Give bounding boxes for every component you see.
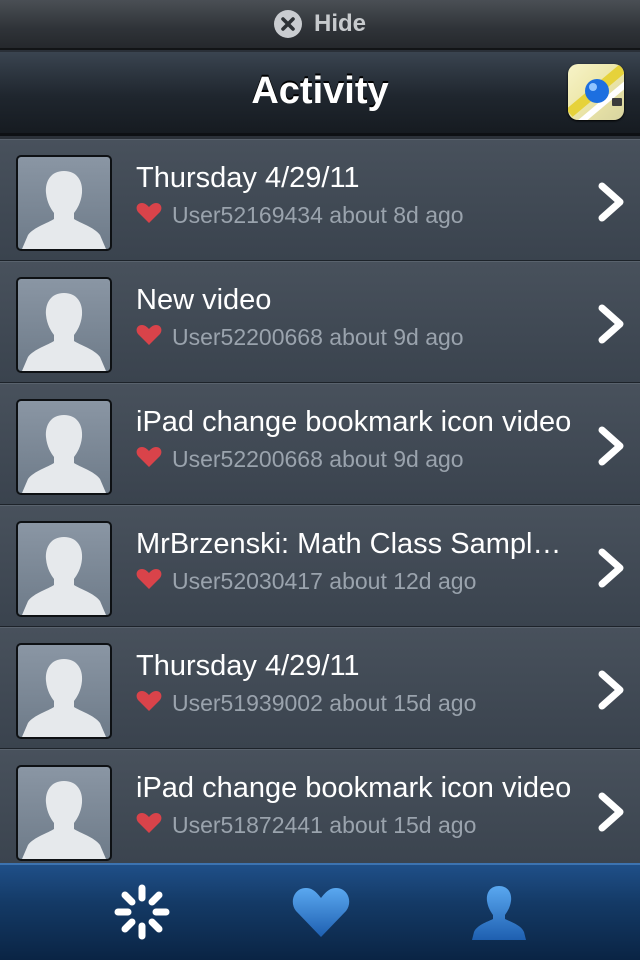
avatar bbox=[16, 521, 112, 617]
heart-icon bbox=[136, 446, 162, 473]
tab-bar bbox=[0, 863, 640, 960]
avatar bbox=[16, 155, 112, 251]
chevron-right-icon[interactable] bbox=[596, 426, 628, 471]
heart-icon bbox=[136, 202, 162, 229]
activity-subtitle: User51872441 about 15d ago bbox=[172, 812, 477, 838]
tab-favorites[interactable] bbox=[286, 877, 356, 947]
page-title: Activity bbox=[251, 70, 389, 112]
activity-subtitle: User52200668 about 9d ago bbox=[172, 324, 464, 350]
heart-icon bbox=[136, 812, 162, 839]
activity-subtitle: User51939002 about 15d ago bbox=[172, 690, 477, 716]
chevron-right-icon[interactable] bbox=[596, 792, 628, 837]
avatar bbox=[16, 399, 112, 495]
activity-row[interactable]: Thursday 4/29/11 User51939002 about 15d … bbox=[0, 627, 640, 749]
app-logo-icon[interactable] bbox=[568, 64, 624, 120]
avatar bbox=[16, 765, 112, 861]
avatar bbox=[16, 643, 112, 739]
activity-title: Thursday 4/29/11 bbox=[136, 650, 360, 682]
activity-spinner-icon bbox=[114, 884, 170, 940]
activity-title: Thursday 4/29/11 bbox=[136, 162, 360, 194]
tab-profile[interactable] bbox=[464, 877, 534, 947]
activity-title: iPad change bookmark icon video bbox=[136, 406, 572, 438]
activity-row[interactable]: iPad change bookmark icon video User5220… bbox=[0, 383, 640, 505]
activity-subtitle: User52169434 about 8d ago bbox=[172, 202, 464, 228]
activity-row[interactable]: MrBrzenski: Math Class Sampl… User520304… bbox=[0, 505, 640, 627]
heart-icon bbox=[136, 690, 162, 717]
activity-row[interactable]: iPad change bookmark icon video User5187… bbox=[0, 749, 640, 863]
activity-subtitle: User52200668 about 9d ago bbox=[172, 446, 464, 472]
chevron-right-icon[interactable] bbox=[596, 304, 628, 349]
chevron-right-icon[interactable] bbox=[596, 670, 628, 715]
avatar bbox=[16, 277, 112, 373]
activity-list: Thursday 4/29/11 User52169434 about 8d a… bbox=[0, 139, 640, 863]
hide-bar[interactable]: Hide bbox=[0, 0, 640, 50]
activity-row[interactable]: Thursday 4/29/11 User52169434 about 8d a… bbox=[0, 139, 640, 261]
activity-row[interactable]: New video User52200668 about 9d ago bbox=[0, 261, 640, 383]
activity-title: iPad change bookmark icon video bbox=[136, 772, 572, 804]
hide-label[interactable]: Hide bbox=[314, 10, 366, 38]
activity-subtitle: User52030417 about 12d ago bbox=[172, 568, 477, 594]
profile-icon bbox=[472, 886, 526, 940]
heart-icon bbox=[136, 324, 162, 351]
chevron-right-icon[interactable] bbox=[596, 182, 628, 227]
navigation-bar: Activity bbox=[0, 52, 640, 136]
tab-activity[interactable] bbox=[107, 877, 177, 947]
activity-title: MrBrzenski: Math Class Sampl… bbox=[136, 528, 562, 560]
heart-icon bbox=[136, 568, 162, 595]
chevron-right-icon[interactable] bbox=[596, 548, 628, 593]
heart-icon bbox=[292, 888, 350, 937]
close-icon[interactable] bbox=[273, 10, 302, 38]
activity-title: New video bbox=[136, 284, 272, 316]
